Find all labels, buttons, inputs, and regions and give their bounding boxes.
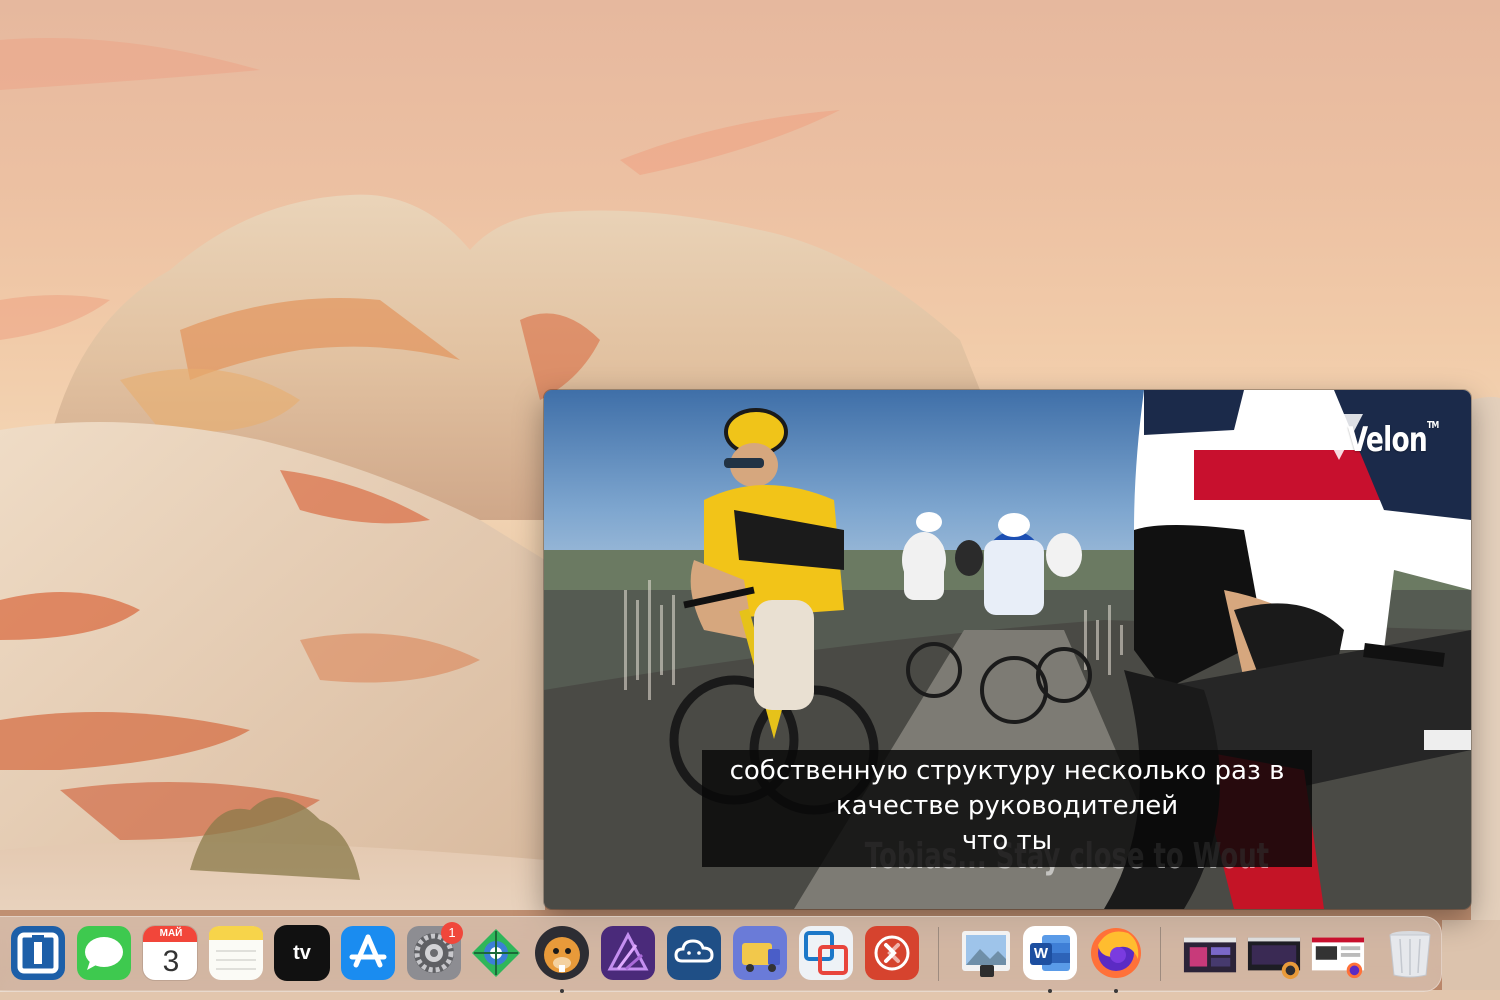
dock-item-remote-desktop[interactable] [864,925,920,981]
vmware-fusion-icon [799,926,853,980]
trash-icon [1389,931,1431,978]
dock-item-preview[interactable] [958,925,1014,981]
firefox-icon [1091,928,1141,978]
dock-divider-2 [1160,927,1161,981]
dock-item-messages[interactable] [76,925,132,981]
dock-item-app-store[interactable] [340,925,396,981]
calendar-day: 3 [143,942,197,980]
picture-in-picture-video[interactable]: VelonTM Tobias... Stay close to Wout соб… [544,390,1471,909]
dock-item-affinity-photo[interactable] [600,925,656,981]
dock-minimized-window-2[interactable] [1246,925,1304,981]
running-indicator-microsoft-word [1048,989,1052,993]
network-app-icon [472,929,520,977]
dock: МАЙ 3 tv W [0,916,1442,993]
window-thumbnail-icon [1311,937,1365,979]
video-logo: VelonTM [1348,420,1440,460]
window-thumbnail-icon [1247,937,1301,980]
app-store-icon [341,926,395,980]
subtitle-line-1: собственную структуру несколько раз в [729,756,1285,786]
dock-item-cloud-app[interactable] [666,925,722,981]
running-indicator-firefox [1114,989,1118,993]
affinity-photo-icon [601,926,655,980]
dock-item-microsoft-word[interactable]: W [1022,925,1078,981]
beaver-app-icon [535,926,589,980]
dock-item-vmware-fusion[interactable] [798,925,854,981]
video-subtitles: собственную структуру несколько раз в ка… [702,750,1312,867]
dock-divider [938,927,939,981]
preview-icon [962,931,1010,977]
cloud-app-icon [667,926,721,980]
desktop[interactable]: VelonTM Tobias... Stay close to Wout соб… [0,0,1500,1000]
running-indicator-beaver-app [560,989,564,993]
screen-sharing-icon [11,926,65,980]
dock-item-firefox[interactable] [1088,925,1144,981]
dock-item-apple-tv[interactable]: tv [274,925,330,981]
word-letter: W [1033,945,1049,962]
calendar-month: МАЙ [143,926,197,942]
dock-item-beaver-app[interactable] [534,925,590,981]
remote-desktop-icon [865,926,919,980]
messages-icon [77,926,131,980]
dock-minimized-window-1[interactable] [1182,925,1240,981]
apple-tv-icon: tv [293,942,311,964]
dock-item-network-app[interactable] [468,925,524,981]
dock-item-screen-sharing[interactable] [10,925,66,981]
notes-icon [209,926,263,980]
subtitle-line-2: качестве руководителей [835,791,1179,821]
transmit-icon [733,926,787,980]
subtitle-line-3: что ты [961,826,1053,856]
system-preferences-badge: 1 [441,922,463,944]
dock-item-notes[interactable] [208,925,264,981]
dock-minimized-window-3[interactable] [1310,925,1368,981]
dock-item-trash[interactable] [1382,925,1438,981]
dock-item-transmit[interactable] [732,925,788,981]
dock-item-calendar[interactable]: МАЙ 3 [142,925,198,981]
window-thumbnail-icon [1183,937,1237,973]
